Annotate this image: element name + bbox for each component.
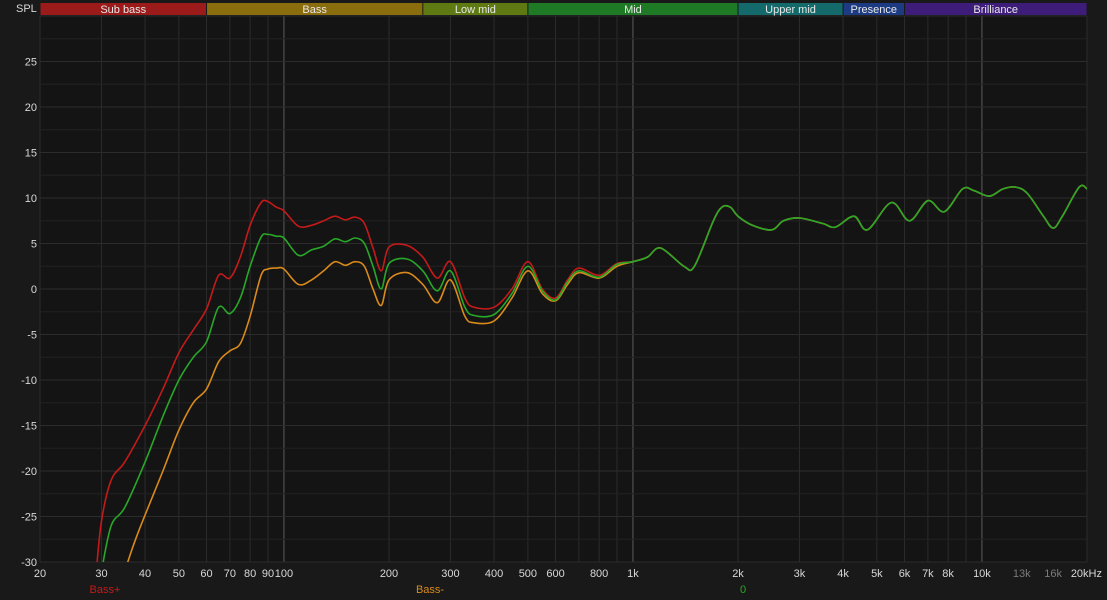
x-tick-label: 80 xyxy=(244,568,256,580)
frequency-response-chart: SPL Sub bass Bass Low mid Mid Upper mid Prese… xyxy=(0,0,1107,600)
legend-entry[interactable]: 0 xyxy=(740,584,746,596)
legend-entry[interactable]: Bass+ xyxy=(90,584,121,596)
x-tick-label: 10k xyxy=(973,568,991,580)
band-label: Bass xyxy=(302,4,327,16)
x-tick-label: 90 xyxy=(262,568,274,580)
x-tick-label: 2k xyxy=(732,568,744,580)
x-tick-label: 800 xyxy=(590,568,608,580)
x-tick-label: 20kHz xyxy=(1071,568,1102,580)
x-tick-label: 1k xyxy=(627,568,639,580)
y-tick-label: -25 xyxy=(21,512,37,524)
x-tick-label: 16k xyxy=(1044,568,1062,580)
x-tick-label: 3k xyxy=(794,568,806,580)
y-tick-label: -10 xyxy=(21,375,37,387)
band-label: Sub bass xyxy=(100,4,146,16)
x-tick-label: 4k xyxy=(837,568,849,580)
y-tick-label: 10 xyxy=(25,193,37,205)
x-tick-label: 20 xyxy=(34,568,46,580)
y-tick-label: -30 xyxy=(21,557,37,569)
y-tick-label: 15 xyxy=(25,148,37,160)
band-label: Mid xyxy=(624,4,642,16)
x-tick-label: 50 xyxy=(173,568,185,580)
y-axis-label: SPL xyxy=(16,3,37,15)
y-tick-label: -20 xyxy=(21,466,37,478)
x-tick-label: 40 xyxy=(139,568,151,580)
band-label: Brilliance xyxy=(973,4,1018,16)
legend-entry[interactable]: Bass- xyxy=(416,584,444,596)
x-tick-label: 100 xyxy=(275,568,293,580)
x-tick-label: 70 xyxy=(224,568,236,580)
band-label: Upper mid xyxy=(765,4,816,16)
x-tick-label: 500 xyxy=(519,568,537,580)
x-tick-label: 6k xyxy=(899,568,911,580)
y-tick-label: 5 xyxy=(31,239,37,251)
x-tick-label: 400 xyxy=(485,568,503,580)
x-tick-label: 600 xyxy=(546,568,564,580)
x-tick-label: 60 xyxy=(200,568,212,580)
y-tick-label: 25 xyxy=(25,57,37,69)
y-tick-label: -5 xyxy=(27,330,37,342)
x-tick-label: 200 xyxy=(380,568,398,580)
y-tick-label: 0 xyxy=(31,284,37,296)
x-tick-label: 30 xyxy=(95,568,107,580)
x-tick-label: 7k xyxy=(922,568,934,580)
x-tick-label: 8k xyxy=(942,568,954,580)
y-tick-label: 20 xyxy=(25,102,37,114)
x-tick-label: 5k xyxy=(871,568,883,580)
band-label: Presence xyxy=(851,4,897,16)
x-tick-label: 13k xyxy=(1013,568,1031,580)
x-tick-label: 300 xyxy=(441,568,459,580)
y-tick-label: -15 xyxy=(21,421,37,433)
band-label: Low mid xyxy=(455,4,496,16)
